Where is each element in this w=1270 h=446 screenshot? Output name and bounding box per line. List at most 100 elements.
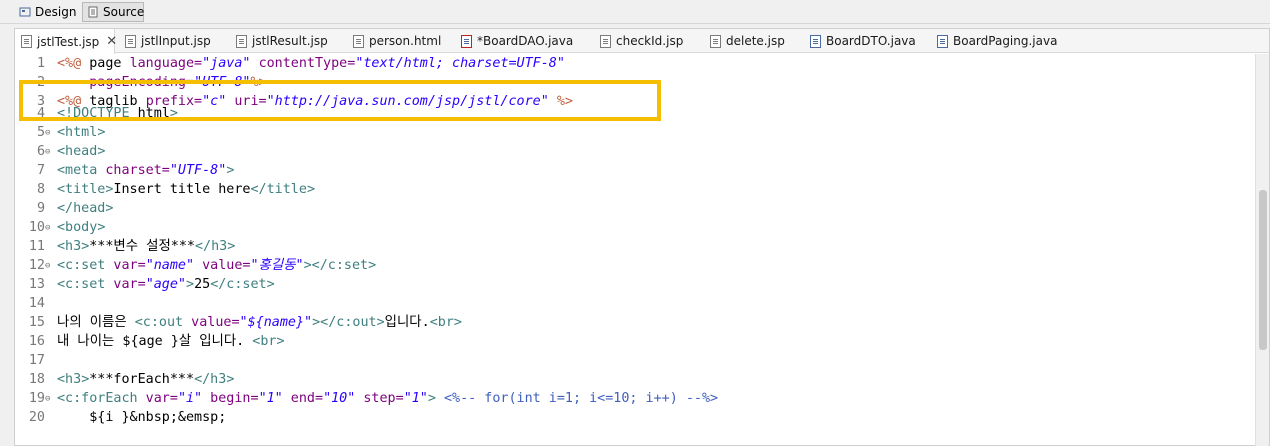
code-line: 13 <c:set var="age">25</c:set> [15, 275, 1255, 294]
code-text: <h3>***forEach***</h3> [57, 372, 235, 387]
code-line: 8 <title>Insert title here</title> [15, 180, 1255, 199]
code-line: 20 ${i }&nbsp;&emsp; [15, 408, 1255, 427]
java-file-icon [937, 34, 948, 48]
vertical-scrollbar[interactable] [1255, 54, 1269, 446]
code-line: 4 <!DOCTYPE html> [15, 104, 1255, 123]
line-number: 6 [36, 144, 45, 159]
file-tab-checkid[interactable]: checkId.jsp [600, 29, 683, 53]
line-number: 11 [28, 239, 45, 254]
file-tab-jstltest[interactable]: jstlTest.jsp ✕ [15, 29, 117, 54]
code-text: <c:set var="age">25</c:set> [57, 277, 275, 292]
code-line: 15 나의 이름은 <c:out value="${name}"></c:out>… [15, 313, 1255, 332]
scrollbar-thumb[interactable] [1259, 190, 1267, 350]
java-file-icon [810, 34, 821, 48]
line-number: 19 [28, 391, 45, 406]
design-label: Design [35, 5, 77, 19]
file-tab-label: jstlResult.jsp [252, 34, 328, 48]
code-line: 10 ⊖ <body> [15, 218, 1255, 237]
close-icon[interactable]: ✕ [106, 34, 117, 49]
line-number: 1 [36, 56, 45, 71]
editor-mode-toolbar: Design Source [0, 0, 1270, 24]
fold-icon[interactable]: ⊖ [45, 390, 50, 409]
source-label: Source [103, 5, 145, 19]
file-tab-label: *BoardDAO.java [477, 34, 574, 48]
line-number: 4 [36, 106, 45, 121]
html-file-icon [353, 34, 364, 48]
code-text: </head> [57, 201, 114, 216]
fold-icon[interactable]: ⊖ [45, 219, 50, 238]
file-tab-boardpaging[interactable]: BoardPaging.java [937, 29, 1057, 53]
line-number: 13 [28, 277, 45, 292]
code-line: 1 <%@ page language="java" contentType="t… [15, 54, 1255, 73]
code-line: 11 <h3>***변수 설정***</h3> [15, 237, 1255, 256]
code-line: 18 <h3>***forEach***</h3> [15, 370, 1255, 389]
jsp-file-icon [236, 34, 247, 48]
file-tab-label: BoardDTO.java [826, 34, 916, 48]
code-line: 17 [15, 351, 1255, 370]
code-line: 14 [15, 294, 1255, 313]
code-text: 내 나이는 ${age }살 입니다. <br> [57, 334, 285, 349]
jsp-file-icon [21, 35, 32, 48]
file-tab-label: jstlTest.jsp [37, 34, 100, 49]
line-number: 2 [36, 75, 45, 90]
file-tab-label: BoardPaging.java [953, 34, 1058, 48]
code-text: ${i }&nbsp;&emsp; [57, 410, 227, 425]
java-file-icon [461, 34, 472, 48]
line-number: 16 [28, 334, 45, 349]
line-number: 17 [28, 353, 45, 368]
code-text: <c:forEach var="i" begin="1" end="10" st… [57, 391, 719, 406]
file-tab-boarddao[interactable]: *BoardDAO.java [461, 29, 573, 53]
code-text: <%@ page language="java" contentType="te… [57, 56, 565, 71]
jsp-file-icon [125, 34, 136, 48]
code-text: pageEncoding="UTF-8"%> [89, 75, 267, 90]
source-tab[interactable]: Source [82, 2, 144, 22]
line-number: 7 [36, 163, 45, 178]
code-editor: jstlTest.jsp ✕ jstlInput.jsp jstlResult.… [14, 28, 1270, 446]
code-text: <c:set var="name" value="홍길동"></c:set> [57, 258, 377, 273]
file-tab-label: person.html [369, 34, 442, 48]
line-number: 9 [36, 201, 45, 216]
code-text: <title>Insert title here</title> [57, 182, 315, 197]
file-tab-label: jstlInput.jsp [141, 34, 211, 48]
file-tab-label: delete.jsp [726, 34, 785, 48]
fold-icon[interactable]: ⊖ [45, 257, 50, 276]
fold-icon[interactable]: ⊖ [45, 143, 50, 162]
line-number: 5 [36, 125, 45, 140]
code-line: 2 pageEncoding="UTF-8"%> [15, 73, 1255, 92]
code-text: <!DOCTYPE html> [57, 106, 178, 121]
fold-icon[interactable]: ⊖ [45, 124, 50, 143]
code-text: <head> [57, 144, 106, 159]
code-line: 5 ⊖ <html> [15, 123, 1255, 142]
code-line: 16 내 나이는 ${age }살 입니다. <br> [15, 332, 1255, 351]
line-number: 14 [28, 296, 45, 311]
file-tab-person[interactable]: person.html [353, 29, 441, 53]
code-line: 9 </head> [15, 199, 1255, 218]
code-line: 19 ⊖ <c:forEach var="i" begin="1" end="10"… [15, 389, 1255, 408]
code-line: 12 ⊖ <c:set var="name" value="홍길동"></c:set… [15, 256, 1255, 275]
file-tab-label: checkId.jsp [616, 34, 684, 48]
line-number: 20 [28, 410, 45, 425]
code-text: <body> [57, 220, 106, 235]
code-text: 나의 이름은 <c:out value="${name}"></c:out>입니… [57, 315, 462, 330]
code-text: <h3>***변수 설정***</h3> [57, 239, 236, 254]
design-icon [19, 6, 31, 18]
file-tab-jstlresult[interactable]: jstlResult.jsp [236, 29, 328, 53]
code-line: 7 <meta charset="UTF-8"> [15, 161, 1255, 180]
code-text: <html> [57, 125, 106, 140]
line-number: 15 [28, 315, 45, 330]
file-tab-bar: jstlTest.jsp ✕ jstlInput.jsp jstlResult.… [15, 29, 1269, 54]
file-tab-jstlinput[interactable]: jstlInput.jsp [125, 29, 211, 53]
line-number: 10 [28, 220, 45, 235]
source-code-area[interactable]: 1 <%@ page language="java" contentType="t… [15, 54, 1255, 446]
jsp-file-icon [600, 34, 611, 48]
line-number: 8 [36, 182, 45, 197]
jsp-file-icon [710, 34, 721, 48]
line-number: 12 [28, 258, 45, 273]
design-tab[interactable]: Design [14, 2, 78, 22]
file-tab-boarddto[interactable]: BoardDTO.java [810, 29, 916, 53]
source-icon [87, 6, 99, 18]
code-text: <meta charset="UTF-8"> [57, 163, 235, 178]
line-number: 18 [28, 372, 45, 387]
code-line: 6 ⊖ <head> [15, 142, 1255, 161]
file-tab-delete[interactable]: delete.jsp [710, 29, 785, 53]
